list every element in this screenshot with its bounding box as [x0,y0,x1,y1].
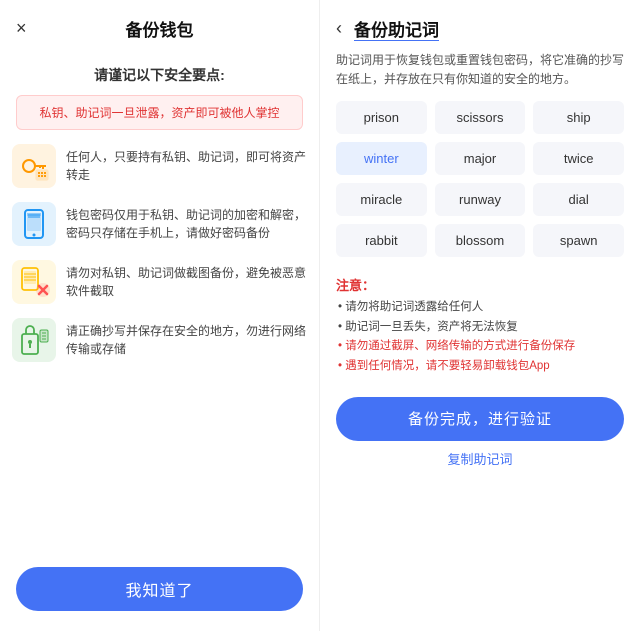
right-header: ‹ 备份助记词 [320,0,640,51]
acknowledge-button[interactable]: 我知道了 [16,567,303,611]
notice-item-2: • 助记词一旦丢失，资产将无法恢复 [336,318,624,338]
security-item-4-text: 请正确抄写并保存在安全的地方，勿进行网络传输或存储 [66,318,307,358]
security-heading: 请谨记以下安全要点: [94,65,225,85]
close-icon[interactable]: × [16,18,27,39]
right-title: 备份助记词 [354,16,439,41]
copy-link[interactable]: 复制助记词 [336,449,624,468]
doc-icon [12,318,56,362]
mnemonic-word-12: spawn [533,224,624,257]
security-item-4: 请正确抄写并保存在安全的地方，勿进行网络传输或存储 [12,318,307,362]
mnemonic-word-3: ship [533,101,624,134]
mnemonic-word-5: major [435,142,526,175]
security-item-2: 钱包密码仅用于私钥、助记词的加密和解密，密码只存储在手机上，请做好密码备份 [12,202,307,246]
phone-icon [12,202,56,246]
notice-section: 注意： • 请勿将助记词透露给任何人• 助记词一旦丢失，资产将无法恢复• 请勿通… [320,267,640,386]
security-item-3-text: 请勿对私钥、助记词做截图备份，避免被恶意软件截取 [66,260,307,300]
notice-item-3: • 请勿通过截屏、网络传输的方式进行备份保存 [336,337,624,357]
left-panel: × 备份钱包 请谨记以下安全要点: 私钥、助记词一旦泄露，资产即可被他人掌控 [0,0,320,631]
security-list: 任何人，只要持有私钥、助记词，即可将资产转走 钱包密码仅用于私钥、助记词的加密和… [0,144,319,555]
left-header: × 备份钱包 [0,0,319,57]
mnemonic-word-10: rabbit [336,224,427,257]
mnemonic-word-4: winter [336,142,427,175]
right-panel: ‹ 备份助记词 助记词用于恢复钱包或重置钱包密码，将它准确的抄写在纸上，并存放在… [320,0,640,631]
mnemonic-word-6: twice [533,142,624,175]
mnemonic-word-9: dial [533,183,624,216]
security-item-1-text: 任何人，只要持有私钥、助记词，即可将资产转走 [66,144,307,184]
key-icon [12,144,56,188]
notice-title: 注意： [336,275,624,294]
notice-item-1: • 请勿将助记词透露给任何人 [336,298,624,318]
verify-button[interactable]: 备份完成，进行验证 [336,397,624,441]
mnemonic-word-11: blossom [435,224,526,257]
right-btn-area: 备份完成，进行验证 复制助记词 [320,387,640,474]
warning-banner: 私钥、助记词一旦泄露，资产即可被他人掌控 [16,95,303,130]
mnemonic-word-2: scissors [435,101,526,134]
security-item-3: 请勿对私钥、助记词做截图备份，避免被恶意软件截取 [12,260,307,304]
left-title: 备份钱包 [126,16,194,41]
mnemonic-grid: prisonscissorsship wintermajortwice miracl… [320,101,640,267]
scan-icon [12,260,56,304]
mnemonic-word-1: prison [336,101,427,134]
left-btn-area: 我知道了 [0,555,319,631]
security-item-2-text: 钱包密码仅用于私钥、助记词的加密和解密，密码只存储在手机上，请做好密码备份 [66,202,307,242]
security-item-1: 任何人，只要持有私钥、助记词，即可将资产转走 [12,144,307,188]
mnemonic-word-7: miracle [336,183,427,216]
back-icon[interactable]: ‹ [336,18,342,39]
notice-item-4: • 遇到任何情况，请不要轻易卸载钱包App [336,357,624,377]
mnemonic-word-8: runway [435,183,526,216]
right-desc: 助记词用于恢复钱包或重置钱包密码，将它准确的抄写在纸上，并存放在只有你知道的安全… [320,51,640,101]
